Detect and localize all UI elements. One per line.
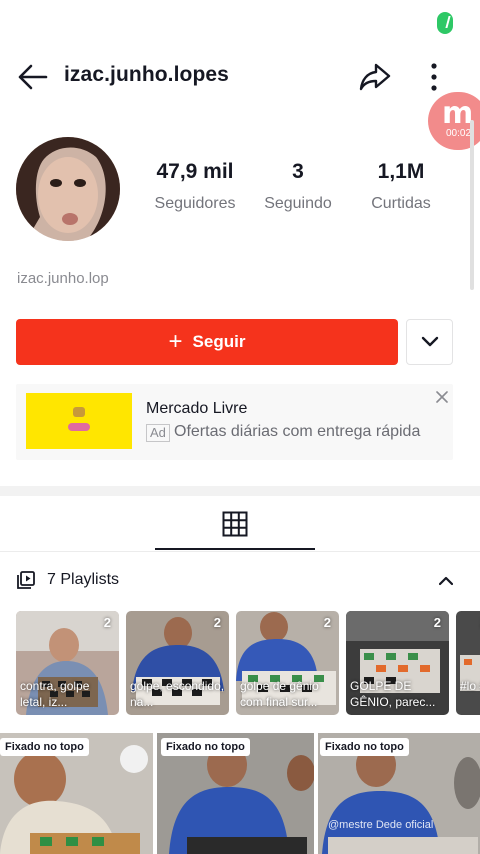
followers-label: Seguidores bbox=[154, 195, 236, 212]
video-grid: Fixado no topo Fixado no topo Fixado no … bbox=[0, 733, 480, 854]
playlist-count: 2 bbox=[213, 615, 221, 630]
close-icon bbox=[436, 391, 448, 403]
profile-header: izac.junho.lopes bbox=[0, 50, 480, 104]
follow-button-label: Seguir bbox=[192, 332, 246, 351]
more-options-button[interactable] bbox=[420, 58, 448, 96]
scrollbar[interactable] bbox=[470, 120, 474, 290]
floating-app-timer: 00:02 bbox=[446, 128, 472, 139]
avatar-photo bbox=[16, 137, 120, 241]
ad-image-badge bbox=[68, 423, 90, 431]
playlist-count: 2 bbox=[103, 615, 111, 630]
ad-banner[interactable]: Mercado Livre Ad Ofertas diárias com ent… bbox=[16, 384, 453, 460]
playlist-card[interactable]: 2 golpe, escondido, na... bbox=[126, 611, 229, 715]
playlist-icon bbox=[17, 571, 35, 589]
playlist-title: GOLPE DE GÊNIO, parec... bbox=[350, 679, 436, 709]
playlist-carousel[interactable]: 2 contra, golpe letal, iz... 2 golpe, es… bbox=[16, 611, 480, 715]
likes-stat[interactable]: 1,1M Curtidas bbox=[356, 160, 446, 213]
followers-stat[interactable]: 47,9 mil Seguidores bbox=[145, 160, 245, 213]
playlists-title: 7 Playlists bbox=[47, 571, 120, 588]
playlist-count: 2 bbox=[433, 615, 441, 630]
ad-title: Mercado Livre bbox=[146, 400, 248, 417]
video-thumbnail[interactable]: Fixado no topo bbox=[0, 733, 153, 854]
playlist-card[interactable]: 2 golpe de gênio com final sur... bbox=[236, 611, 339, 715]
floating-app-letter: m bbox=[442, 96, 474, 131]
video-watermark: @mestre Dede oficial bbox=[328, 819, 434, 831]
ad-close-button[interactable] bbox=[433, 388, 451, 406]
back-button[interactable] bbox=[14, 58, 52, 96]
grid-icon bbox=[222, 511, 248, 536]
playlist-title: contra, golpe letal, iz... bbox=[20, 679, 90, 709]
battery-icon bbox=[437, 12, 453, 34]
vertical-dots-icon bbox=[431, 63, 437, 91]
playlists-header[interactable]: 7 Playlists bbox=[0, 562, 480, 600]
followers-count: 47,9 mil bbox=[156, 160, 234, 183]
handshake-logo bbox=[73, 407, 85, 417]
ad-badge: Ad bbox=[146, 424, 170, 442]
section-divider bbox=[0, 486, 480, 496]
ad-image bbox=[26, 393, 132, 449]
pinned-badge: Fixado no topo bbox=[0, 738, 89, 756]
likes-count: 1,1M bbox=[377, 160, 425, 183]
playlist-title: golpe, escondido, na... bbox=[130, 679, 225, 709]
profile-handle: izac.junho.lop bbox=[17, 270, 109, 287]
arrow-left-icon bbox=[18, 64, 48, 90]
playlist-card[interactable]: 2 #lo #d bbox=[456, 611, 480, 715]
content-tab-bar bbox=[0, 496, 480, 552]
active-tab-indicator bbox=[155, 548, 315, 550]
plus-icon: + bbox=[168, 328, 183, 355]
playlists-collapse-button[interactable] bbox=[432, 568, 460, 594]
following-count: 3 bbox=[292, 160, 304, 183]
playlist-title: #lo #d bbox=[460, 679, 480, 693]
playlist-card[interactable]: 2 GOLPE DE GÊNIO, parec... bbox=[346, 611, 449, 715]
follow-button[interactable]: + Seguir bbox=[16, 319, 398, 365]
ad-description: Ofertas diárias com entrega rápida bbox=[174, 423, 421, 440]
playlist-title: golpe de gênio com final sur... bbox=[240, 679, 319, 709]
share-button[interactable] bbox=[356, 58, 394, 96]
tab-videos-grid[interactable] bbox=[155, 496, 315, 551]
suggested-accounts-dropdown-button[interactable] bbox=[406, 319, 453, 365]
pinned-badge: Fixado no topo bbox=[161, 738, 250, 756]
status-bar bbox=[0, 0, 480, 44]
chevron-down-icon bbox=[421, 336, 438, 347]
likes-label: Curtidas bbox=[371, 195, 431, 212]
pinned-badge: Fixado no topo bbox=[320, 738, 409, 756]
share-arrow-icon bbox=[359, 63, 391, 91]
chevron-up-icon bbox=[439, 576, 453, 586]
playlist-count: 2 bbox=[323, 615, 331, 630]
avatar[interactable] bbox=[16, 137, 120, 241]
following-stat[interactable]: 3 Seguindo bbox=[258, 160, 338, 213]
page-title: izac.junho.lopes bbox=[64, 63, 229, 86]
playlist-card[interactable]: 2 contra, golpe letal, iz... bbox=[16, 611, 119, 715]
video-thumbnail[interactable]: Fixado no topo @mestre Dede oficial bbox=[318, 733, 480, 854]
following-label: Seguindo bbox=[264, 195, 332, 212]
video-thumbnail[interactable]: Fixado no topo bbox=[157, 733, 314, 854]
